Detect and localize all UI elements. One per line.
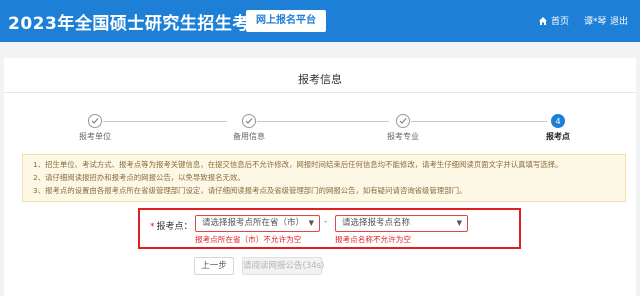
title-divider bbox=[4, 92, 636, 93]
step-connector bbox=[257, 121, 389, 122]
step-4-number: 4 bbox=[551, 114, 565, 128]
site-error: 报考点名称不允许为空 bbox=[335, 235, 411, 244]
step-1-check-icon bbox=[88, 114, 102, 128]
required-mark: * bbox=[150, 222, 155, 232]
step-connector bbox=[411, 121, 547, 122]
step-4-label: 报考点 bbox=[546, 132, 570, 141]
step-3-label: 报考专业 bbox=[387, 132, 419, 141]
nav-home[interactable]: 首页 bbox=[538, 14, 569, 27]
notice-line: 1、招生单位、考试方式、报考点等为报考关键信息，在提交信息后不允许修改，网报时间… bbox=[33, 160, 563, 169]
exam-title: 2023年全国硕士研究生招生考试 bbox=[8, 14, 268, 34]
step-1-label: 报考单位 bbox=[79, 132, 111, 141]
nav-user[interactable]: 谭*琴 bbox=[584, 14, 607, 27]
nav-home-label: 首页 bbox=[551, 17, 570, 27]
step-2-check-icon bbox=[242, 114, 256, 128]
home-icon bbox=[539, 16, 547, 25]
nav-logout[interactable]: 退出 bbox=[610, 14, 628, 27]
step-2-label: 备用信息 bbox=[233, 132, 265, 141]
step-3-check-icon bbox=[396, 114, 410, 128]
notice-line: 2、请仔细阅读报招办和报考点的网报公告，以免导致报名无效。 bbox=[33, 173, 245, 182]
chevron-down-icon: ▼ bbox=[456, 219, 462, 227]
province-error: 报考点所在省（市）不允许为空 bbox=[195, 235, 302, 244]
chevron-down-icon: ▼ bbox=[308, 219, 314, 227]
platform-badge: 网上报名平台 bbox=[246, 10, 326, 32]
notice-box: 1、招生单位、考试方式、报考点等为报考关键信息，在提交信息后不允许修改，网报时间… bbox=[22, 154, 626, 202]
site-select[interactable]: 请选择报考点名称 ▼ bbox=[335, 215, 468, 232]
top-header: 2023年全国硕士研究生招生考试 网上报名平台 首页 谭*琴 退出 bbox=[0, 0, 640, 42]
read-notice-button[interactable]: 请阅读网报公告(34s) bbox=[242, 257, 324, 275]
province-select[interactable]: 请选择报考点所在省（市） ▼ bbox=[195, 215, 320, 232]
exam-site-label: * 报考点： bbox=[150, 222, 193, 232]
user-name: 谭*琴 bbox=[584, 17, 607, 27]
prev-button[interactable]: 上一步 bbox=[194, 257, 234, 275]
step-connector bbox=[103, 121, 227, 122]
separator: - bbox=[324, 217, 328, 227]
logout-label: 退出 bbox=[610, 17, 629, 27]
notice-line: 3、报考点的设置由各报考点所在省级管理部门设定，请仔细阅读报考点及省级管理部门的… bbox=[33, 186, 467, 195]
page-title: 报考信息 bbox=[298, 73, 342, 86]
